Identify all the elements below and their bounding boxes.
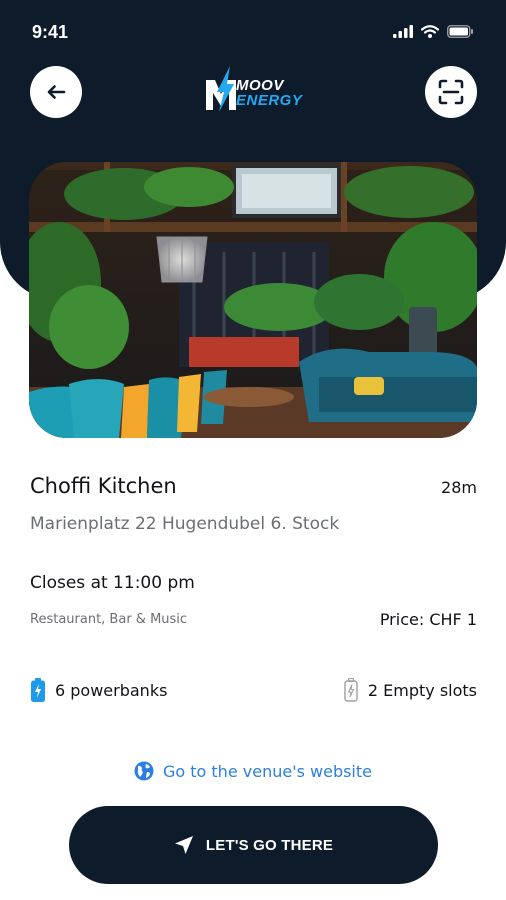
navigation-arrow-icon: [174, 836, 193, 854]
empty-battery-icon: [344, 678, 358, 702]
website-link-label: Go to the venue's website: [162, 761, 372, 781]
charged-battery-icon: [31, 678, 45, 702]
wifi-icon: [421, 25, 439, 38]
moov-energy-logo: MOOV ENERGY: [204, 64, 304, 114]
back-button[interactable]: [30, 66, 82, 118]
status-icons: [393, 25, 474, 38]
venue-name: Choffi Kitchen: [30, 474, 177, 498]
scan-icon: [438, 79, 464, 105]
scan-qr-button[interactable]: [425, 66, 477, 118]
empty-slots-stat: 2 Empty slots: [344, 678, 477, 702]
lets-go-there-button[interactable]: LET'S GO THERE: [69, 806, 438, 884]
venue-price: Price: CHF 1: [379, 610, 477, 629]
arrow-left-icon: [47, 85, 66, 99]
powerbanks-stat: 6 powerbanks: [31, 678, 167, 702]
globe-icon: [134, 761, 154, 781]
cta-label: LET'S GO THERE: [205, 836, 334, 854]
venue-website-link[interactable]: Go to the venue's website: [0, 761, 506, 781]
venue-address: Marienplatz 22 Hugendubel 6. Stock: [30, 514, 340, 534]
powerbanks-count: 6 powerbanks: [55, 680, 168, 700]
logo-text-energy: ENERGY: [236, 92, 303, 109]
venue-distance: 28m: [441, 478, 477, 497]
status-time: 9:41: [32, 22, 69, 42]
battery-icon: [447, 25, 473, 38]
venue-hours: Closes at 11:00 pm: [30, 573, 195, 593]
cellular-signal-icon: [393, 25, 413, 38]
status-bar: 9:41: [0, 0, 506, 64]
empty-slots-count: 2 Empty slots: [367, 680, 477, 700]
venue-category: Restaurant, Bar & Music: [30, 612, 188, 627]
venue-photo: [29, 162, 477, 438]
